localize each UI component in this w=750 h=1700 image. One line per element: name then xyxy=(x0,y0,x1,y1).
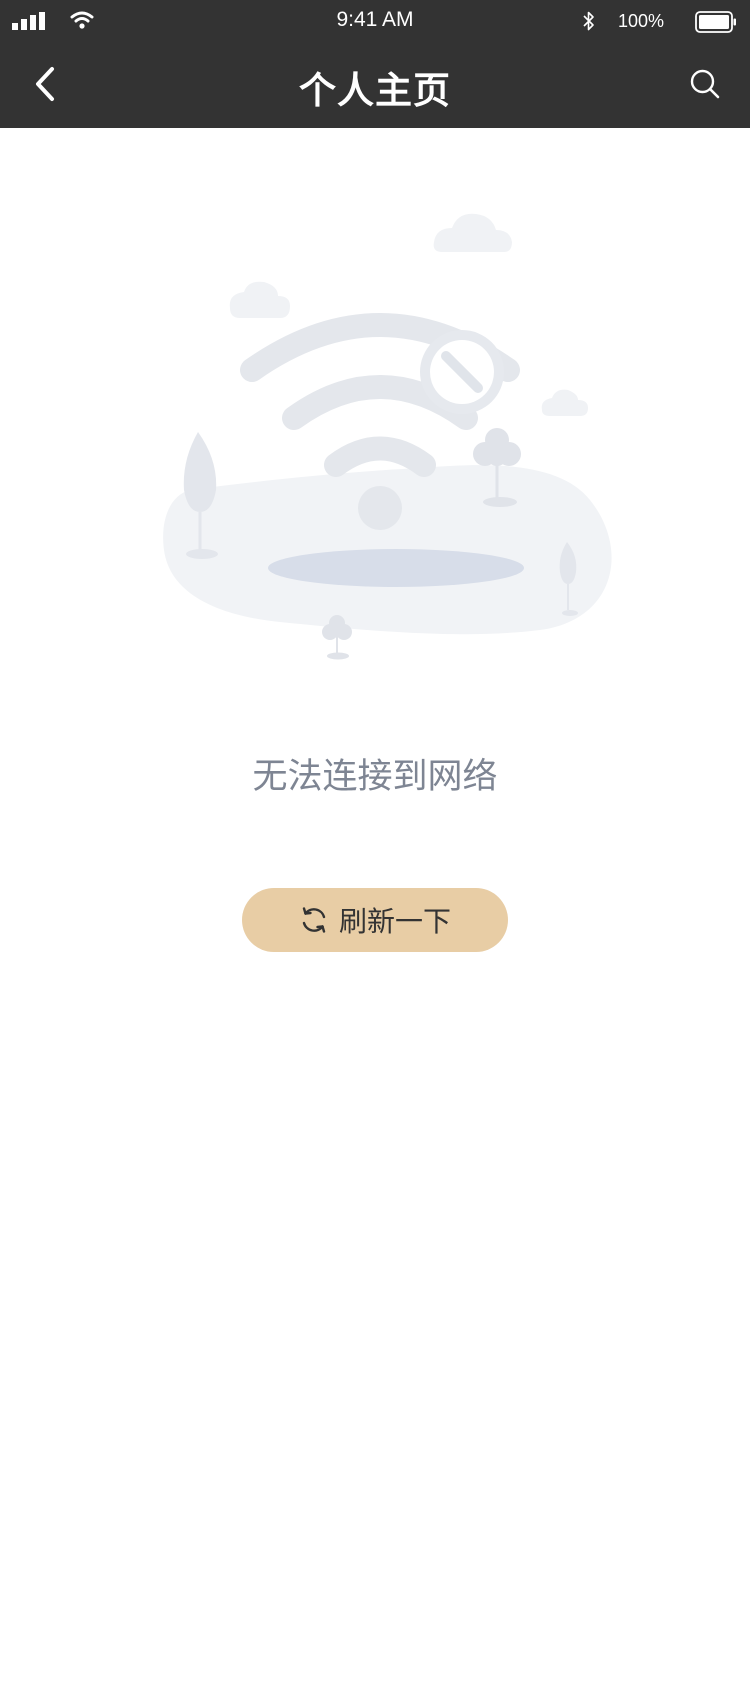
refresh-label: 刷新一下 xyxy=(338,905,451,938)
chevron-left-icon xyxy=(36,67,54,101)
error-message: 无法连接到网络 xyxy=(252,757,498,797)
no-network-illustration xyxy=(163,213,612,660)
bluetooth-icon xyxy=(583,11,594,31)
nav-bar: 个人主页 xyxy=(0,42,750,128)
refresh-button[interactable]: 刷新一下 xyxy=(242,888,508,952)
page-title: 个人主页 xyxy=(299,69,451,112)
cloud-icon xyxy=(229,281,290,318)
header: 9:41 AM 100% 个人主页 xyxy=(0,0,750,128)
back-button[interactable] xyxy=(18,56,74,112)
battery-icon xyxy=(695,11,736,33)
battery-percent: 100% xyxy=(618,11,665,31)
cloud-icon xyxy=(433,213,512,252)
refresh-icon xyxy=(299,905,329,935)
wifi-shadow xyxy=(268,549,524,587)
search-button[interactable] xyxy=(676,56,734,112)
cloud-icon xyxy=(541,389,588,416)
wifi-dot xyxy=(358,486,402,530)
search-icon xyxy=(690,69,720,99)
status-bar: 9:41 AM 100% xyxy=(0,0,750,42)
